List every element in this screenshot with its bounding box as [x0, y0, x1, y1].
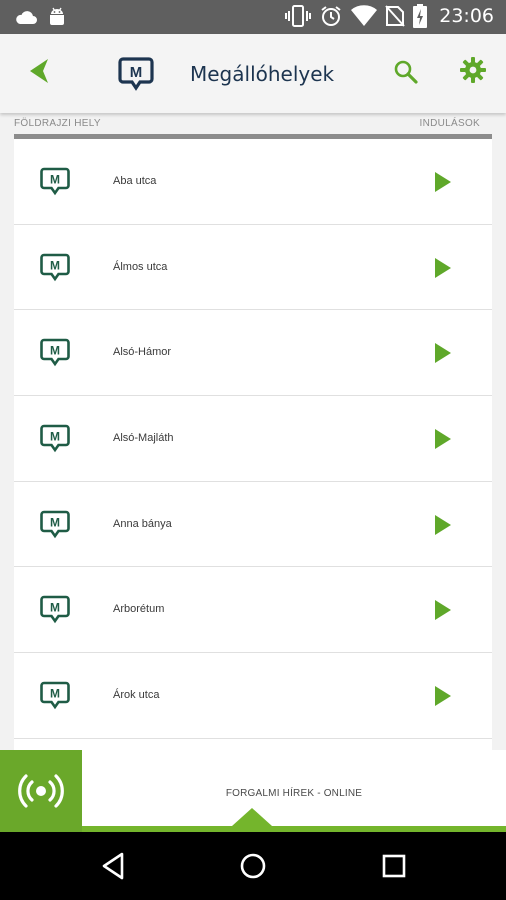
svg-text:M: M: [130, 64, 143, 81]
traffic-news-label[interactable]: FORGALMI HÍREK - ONLINE: [82, 788, 506, 799]
play-icon[interactable]: [434, 171, 452, 193]
svg-text:M: M: [50, 687, 60, 701]
m-stop-icon: M: [40, 167, 70, 196]
svg-text:M: M: [50, 430, 60, 444]
play-icon[interactable]: [434, 599, 452, 621]
battery-charging-icon: [413, 4, 428, 28]
stop-name: Alsó-Hámor: [113, 346, 172, 359]
traffic-news-bar[interactable]: FORGALMI HÍREK - ONLINE: [0, 750, 506, 832]
play-icon[interactable]: [434, 685, 452, 707]
list-item[interactable]: M Álmos utca: [14, 224, 492, 311]
m-stop-icon: M: [40, 424, 70, 453]
list-item[interactable]: M Árok utca: [14, 653, 492, 739]
svg-text:M: M: [50, 258, 60, 272]
m-stop-logo-icon: M: [118, 57, 154, 91]
gear-icon[interactable]: [460, 57, 486, 83]
page-title: Megállóhelyek: [190, 62, 335, 86]
stop-name: Álmos utca: [113, 260, 168, 273]
recents-nav-icon[interactable]: [378, 850, 410, 882]
list-item[interactable]: [14, 738, 492, 750]
list-item[interactable]: M Anna bánya: [14, 481, 492, 568]
departures-column-label: INDULÁSOK: [419, 118, 480, 129]
play-icon[interactable]: [434, 428, 452, 450]
list-column-header: FÖLDRAJZI HELY INDULÁSOK: [14, 118, 492, 132]
no-sim-icon: [385, 5, 405, 27]
play-icon[interactable]: [434, 514, 452, 536]
back-arrow-icon[interactable]: [26, 56, 56, 86]
stop-name: Alsó-Majláth: [113, 432, 174, 445]
radio-button[interactable]: [0, 750, 82, 832]
m-stop-icon: M: [40, 510, 70, 539]
home-nav-icon[interactable]: [237, 850, 269, 882]
location-column-label: FÖLDRAJZI HELY: [14, 118, 101, 129]
vibrate-icon: [285, 5, 312, 27]
svg-text:M: M: [50, 344, 60, 358]
svg-text:M: M: [50, 601, 60, 615]
stop-name: Árok utca: [113, 689, 160, 702]
m-stop-icon: M: [40, 253, 70, 281]
play-icon[interactable]: [434, 257, 452, 279]
system-nav-bar: [0, 832, 506, 900]
play-icon[interactable]: [434, 342, 452, 364]
list-item[interactable]: M Alsó-Hámor: [14, 310, 492, 397]
svg-text:M: M: [50, 173, 60, 187]
list-item[interactable]: M Alsó-Majláth: [14, 396, 492, 482]
status-time: 23:06: [439, 5, 494, 27]
wifi-icon: [351, 5, 378, 27]
svg-text:M: M: [50, 515, 60, 529]
stop-name: Arborétum: [113, 603, 165, 616]
radio-broadcast-icon: [18, 774, 64, 808]
search-icon[interactable]: [392, 58, 420, 86]
list-item[interactable]: M Aba utca: [14, 139, 492, 225]
m-stop-icon: M: [40, 596, 70, 624]
status-bar: 23:06: [0, 0, 506, 34]
tab-indicator: [232, 808, 272, 826]
cloud-icon: [16, 11, 37, 24]
back-nav-icon[interactable]: [98, 850, 130, 882]
alarm-icon: [321, 6, 341, 26]
stop-name: Anna bánya: [113, 517, 172, 530]
app-bar: M Megállóhelyek: [0, 34, 506, 113]
list-item[interactable]: M Arborétum: [14, 567, 492, 654]
stops-list[interactable]: M Aba utca M Álmos utca M Alsó-Hámor M A…: [14, 134, 492, 750]
stop-name: Aba utca: [113, 175, 157, 187]
android-icon: [50, 7, 64, 25]
m-stop-icon: M: [40, 339, 70, 367]
m-stop-icon: M: [40, 681, 70, 710]
